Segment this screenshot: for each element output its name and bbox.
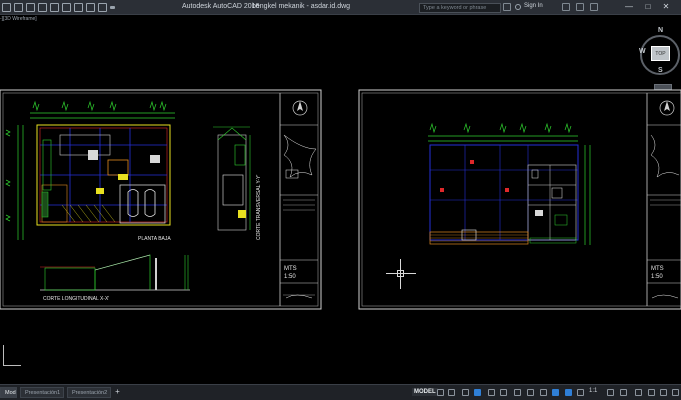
plan-dimension-lines xyxy=(5,100,175,240)
print-icon[interactable] xyxy=(62,3,71,12)
title-block-scale-2: 1:50 xyxy=(651,274,663,280)
app-title: Autodesk AutoCAD 2016 xyxy=(182,3,260,10)
lineweight-icon[interactable] xyxy=(527,389,534,396)
title-block-scale-1: 1:50 xyxy=(284,274,296,280)
save-as-icon[interactable] xyxy=(50,3,59,12)
open-icon[interactable] xyxy=(26,3,35,12)
longitudinal-section xyxy=(40,254,190,291)
isodraft-icon[interactable] xyxy=(488,389,495,396)
viewcube-top-face[interactable]: TOP xyxy=(651,46,670,61)
transversal-section-label: CORTE TRANSVERSAL Y-Y' xyxy=(256,175,262,240)
close-button[interactable]: ✕ xyxy=(661,2,671,12)
tab-model[interactable]: Model xyxy=(0,387,17,398)
app-menu-icon[interactable] xyxy=(2,3,11,12)
quick-access-toolbar xyxy=(2,2,115,13)
save-icon[interactable] xyxy=(38,3,47,12)
upper-floor-plan xyxy=(429,144,579,245)
title-block-code-2: MTS xyxy=(651,266,664,272)
new-icon[interactable] xyxy=(14,3,23,12)
transparency-icon[interactable] xyxy=(540,389,547,396)
customization-menu-icon[interactable] xyxy=(672,389,679,396)
viewport-control[interactable]: -][3D Wireframe] xyxy=(0,16,37,22)
maximize-button[interactable]: □ xyxy=(643,2,653,12)
annotation-scale[interactable]: 1:1 xyxy=(589,388,597,394)
workspace-icon[interactable] xyxy=(98,3,107,12)
title-block-code-1: MTS xyxy=(284,266,297,272)
drawing-canvas[interactable]: PLANTA BAJA CORTE LONGITUDINAL X-X' CORT… xyxy=(0,86,681,386)
model-space-button[interactable]: MODEL xyxy=(412,388,438,396)
clean-screen-icon[interactable] xyxy=(660,389,667,396)
compass-west[interactable]: W xyxy=(639,48,646,55)
tab-presentacion2[interactable]: Presentación2 xyxy=(67,387,111,398)
polar-icon[interactable] xyxy=(474,389,481,396)
compass-north[interactable]: N xyxy=(658,27,663,34)
ground-floor-plan xyxy=(36,124,171,226)
minimize-button[interactable]: — xyxy=(624,2,634,12)
cursor-pickbox xyxy=(397,270,404,277)
title-bar: Autodesk AutoCAD 2016 bengkel mekanik - … xyxy=(0,0,681,15)
sheet-1: PLANTA BAJA CORTE LONGITUDINAL X-X' CORT… xyxy=(0,89,322,310)
upper-plan-dimensions xyxy=(428,122,591,245)
grid-icon[interactable] xyxy=(437,389,444,396)
isolate-objects-icon[interactable] xyxy=(648,389,655,396)
customize-arrow-icon[interactable] xyxy=(110,6,115,9)
sheet-2: MTS 1:50 xyxy=(358,89,681,310)
longitudinal-section-label: CORTE LONGITUDINAL X-X' xyxy=(43,296,109,302)
ucs-icon xyxy=(3,345,4,365)
exchange-icon[interactable] xyxy=(562,3,570,11)
snap-icon[interactable] xyxy=(448,389,455,396)
osnap-icon[interactable] xyxy=(514,389,521,396)
redo-icon[interactable] xyxy=(86,3,95,12)
undo-icon[interactable] xyxy=(74,3,83,12)
layout-tab-bar: Model Presentación1 Presentación2 + MODE… xyxy=(0,384,681,400)
ucs-icon-x xyxy=(3,365,21,366)
annotation-visibility-icon[interactable] xyxy=(565,389,572,396)
auto-scale-icon[interactable] xyxy=(577,389,584,396)
tab-presentacion1[interactable]: Presentación1 xyxy=(20,387,64,398)
help-icon[interactable] xyxy=(590,3,598,11)
user-icon[interactable] xyxy=(515,4,521,10)
workspace-switch-icon[interactable] xyxy=(607,389,614,396)
compass-south[interactable]: S xyxy=(658,67,663,74)
transversal-section xyxy=(213,126,251,231)
sign-in-button[interactable]: Sign In xyxy=(524,3,543,9)
selection-cycling-icon[interactable] xyxy=(552,389,559,396)
search-input[interactable]: Type a keyword or phrase xyxy=(419,3,501,13)
plan-label: PLANTA BAJA xyxy=(138,236,171,242)
annotation-monitor-icon[interactable] xyxy=(620,389,627,396)
add-layout-button[interactable]: + xyxy=(113,387,122,397)
units-icon[interactable] xyxy=(635,389,642,396)
file-title: bengkel mekanik - asdar.id.dwg xyxy=(252,3,351,10)
object-track-icon[interactable] xyxy=(500,389,507,396)
binoculars-icon[interactable] xyxy=(503,3,511,11)
a360-icon[interactable] xyxy=(576,3,584,11)
ortho-icon[interactable] xyxy=(462,389,469,396)
